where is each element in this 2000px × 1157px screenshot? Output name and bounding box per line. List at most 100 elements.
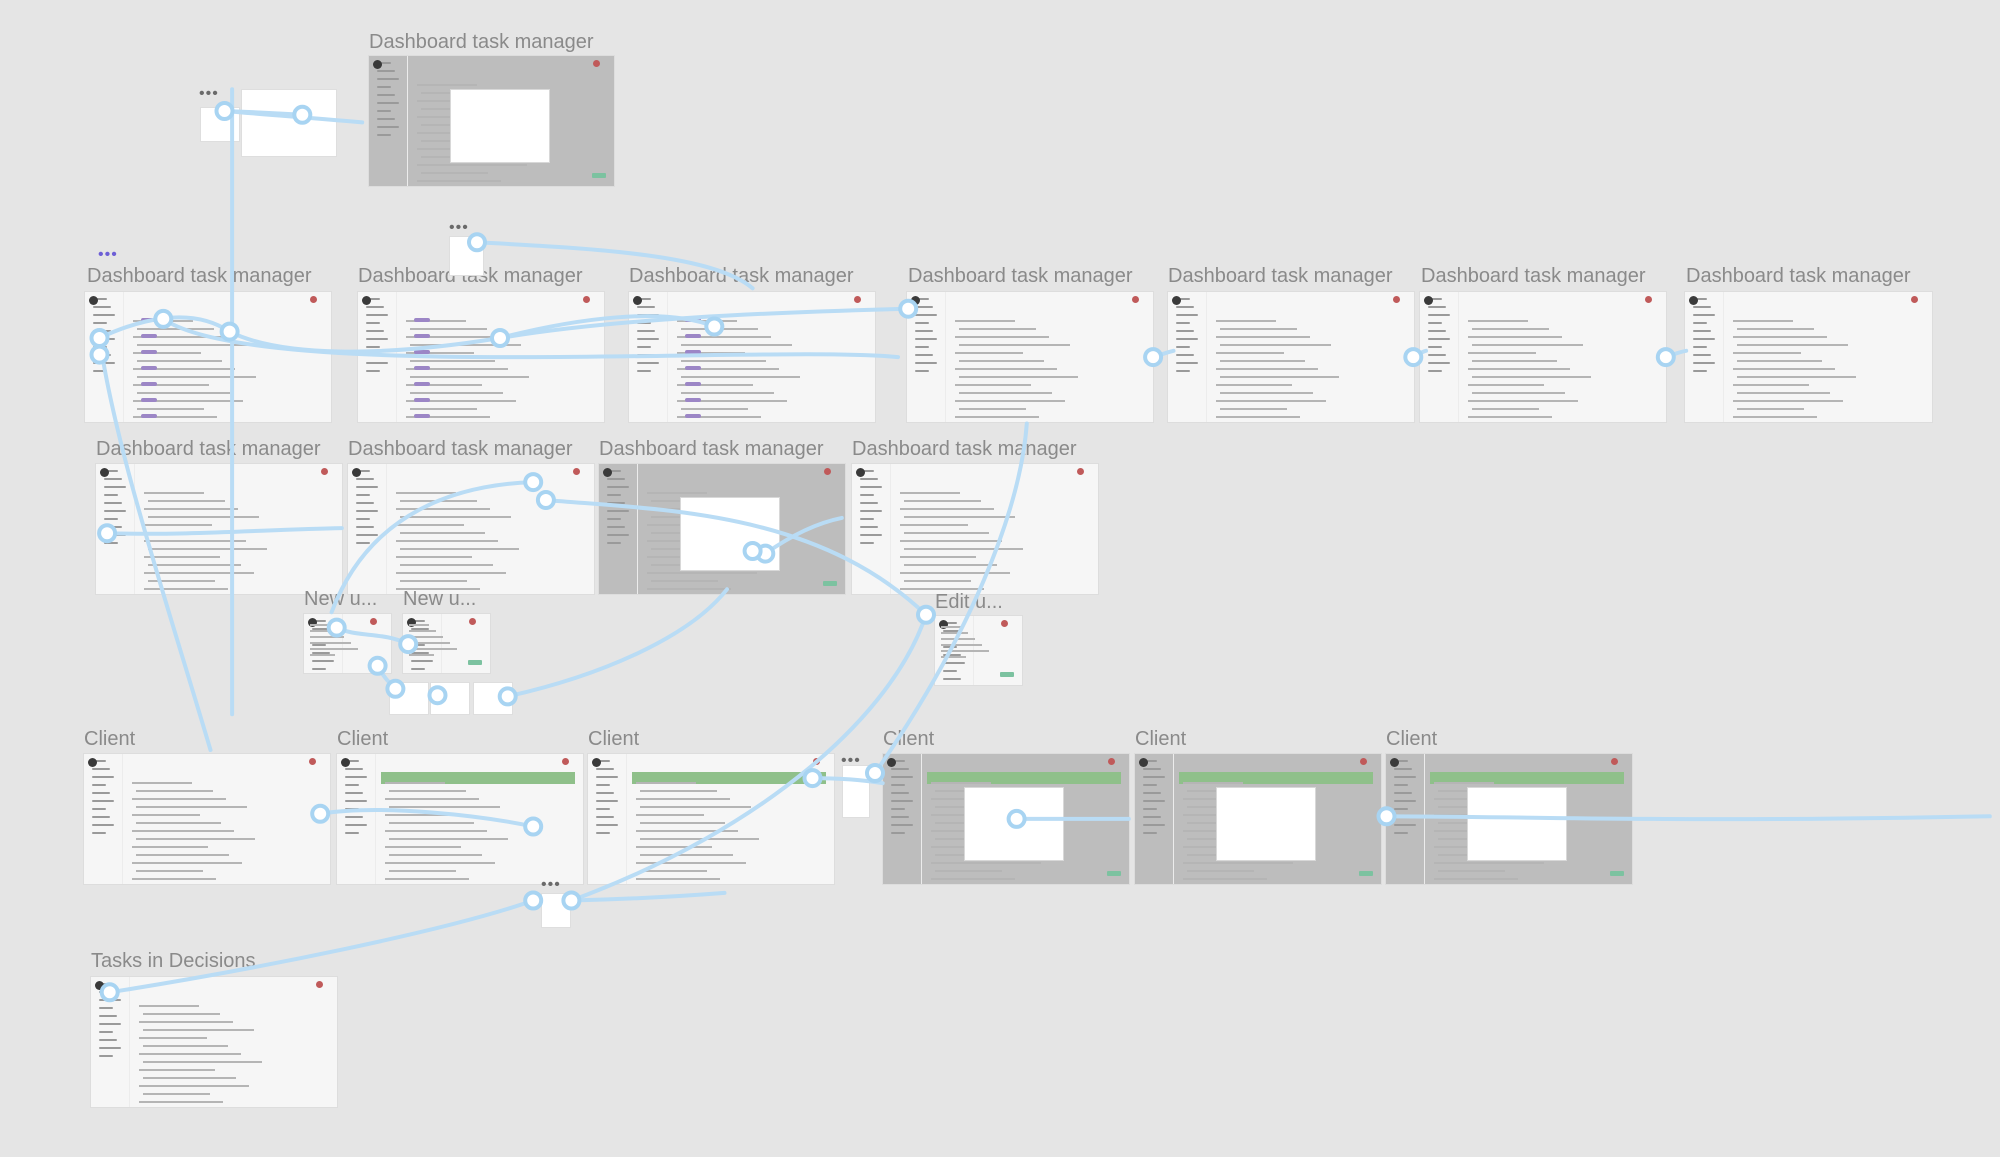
sidebar-item <box>92 832 106 834</box>
sidebar-item <box>366 346 380 348</box>
frame-sidebar <box>1420 292 1459 422</box>
sidebar-item <box>596 792 614 794</box>
frame-thumbnail[interactable] <box>852 464 1098 594</box>
content-row <box>1468 416 1552 418</box>
sidebar-item <box>92 768 110 770</box>
content-row <box>651 580 718 582</box>
confirm-button[interactable] <box>1610 871 1624 876</box>
frame-thumbnail[interactable] <box>1135 754 1381 884</box>
sidebar-item <box>891 784 905 786</box>
frame-thumbnail[interactable] <box>1386 754 1632 884</box>
frame-thumbnail[interactable] <box>588 754 834 884</box>
content-row <box>139 1069 215 1071</box>
content-row <box>136 838 255 840</box>
content-row <box>137 360 222 362</box>
more-options-icon[interactable]: ••• <box>541 877 561 893</box>
confirm-button[interactable] <box>823 581 837 586</box>
content-row <box>144 556 220 558</box>
frame-thumbnail[interactable] <box>85 292 331 422</box>
sidebar-item <box>1143 792 1161 794</box>
frame-label: Dashboard task manager <box>1168 265 1393 287</box>
popover-menu[interactable] <box>241 89 337 157</box>
popover-menu[interactable] <box>541 893 571 928</box>
frame-thumbnail[interactable] <box>337 754 583 884</box>
task-tag <box>141 366 157 370</box>
avatar <box>562 758 569 765</box>
frame-thumbnail[interactable] <box>1685 292 1932 422</box>
frame-thumbnail[interactable] <box>358 292 604 422</box>
frame-thumbnail[interactable] <box>1168 292 1414 422</box>
avatar <box>309 758 316 765</box>
sidebar-item <box>93 362 115 364</box>
confirm-button[interactable] <box>1107 871 1121 876</box>
sidebar-item <box>93 306 111 308</box>
sidebar-item <box>366 322 380 324</box>
content-row <box>640 870 707 872</box>
content-row <box>396 540 498 542</box>
more-options-icon[interactable]: ••• <box>449 220 469 236</box>
frame-thumbnail[interactable] <box>599 464 845 594</box>
popover-menu[interactable] <box>449 236 484 276</box>
sidebar-item <box>1143 824 1165 826</box>
sidebar-item <box>345 768 363 770</box>
popover-menu[interactable] <box>473 682 513 715</box>
sidebar-item <box>1143 800 1165 802</box>
confirm-button[interactable] <box>1359 871 1373 876</box>
content-row <box>636 878 720 880</box>
more-options-icon[interactable]: ••• <box>841 753 861 769</box>
frame-label: Dashboard task manager <box>87 265 312 287</box>
sidebar-item <box>377 94 395 96</box>
content-row <box>136 790 213 792</box>
frame-thumbnail[interactable] <box>348 464 594 594</box>
frame-thumbnail[interactable] <box>907 292 1153 422</box>
content-row <box>137 376 256 378</box>
frame-thumbnail[interactable] <box>403 614 490 673</box>
sidebar-item <box>356 486 378 488</box>
frame-thumbnail[interactable] <box>629 292 875 422</box>
sidebar-item <box>104 510 126 512</box>
task-tag <box>685 318 701 322</box>
content-row <box>1183 782 1243 784</box>
popover-menu[interactable] <box>842 765 870 818</box>
sidebar-item <box>377 118 395 120</box>
more-options-icon[interactable]: ••• <box>98 247 118 263</box>
frame-thumbnail[interactable] <box>304 614 391 673</box>
task-tag <box>141 414 157 418</box>
frame-thumbnail[interactable] <box>96 464 342 594</box>
popover-menu[interactable] <box>430 682 470 715</box>
confirm-button[interactable] <box>468 660 482 665</box>
frame-thumbnail[interactable] <box>91 977 337 1107</box>
sidebar-item <box>99 1023 121 1025</box>
task-tag <box>414 350 430 354</box>
avatar <box>1077 468 1084 475</box>
frame-label: Dashboard task manager <box>599 438 824 460</box>
content-row <box>959 392 1052 394</box>
popover-menu[interactable] <box>389 682 429 715</box>
content-row <box>1220 360 1305 362</box>
frame-thumbnail[interactable] <box>84 754 330 884</box>
sidebar-item <box>1176 338 1198 340</box>
sidebar-item <box>915 314 937 316</box>
frame-label: Dashboard task manager <box>1686 265 1911 287</box>
confirm-button[interactable] <box>1000 672 1014 677</box>
sidebar-item <box>93 322 107 324</box>
frame-thumbnail[interactable] <box>883 754 1129 884</box>
confirm-button[interactable] <box>369 660 383 665</box>
frame-thumbnail[interactable] <box>369 56 614 186</box>
content-row <box>681 408 748 410</box>
sidebar-item <box>637 306 655 308</box>
app-logo-icon <box>633 296 642 305</box>
popover-menu[interactable] <box>200 107 240 142</box>
frame-label: Edit u... <box>935 591 1003 613</box>
confirm-button[interactable] <box>592 173 606 178</box>
frame-thumbnail[interactable] <box>1420 292 1666 422</box>
frame-thumbnail[interactable] <box>935 616 1022 685</box>
content-row <box>1472 376 1591 378</box>
content-row <box>396 556 472 558</box>
sidebar-item <box>356 534 378 536</box>
frame-sidebar <box>337 754 376 884</box>
sidebar-item <box>345 800 367 802</box>
content-row <box>1472 392 1565 394</box>
more-options-icon[interactable]: ••• <box>199 86 219 102</box>
content-row <box>400 548 519 550</box>
